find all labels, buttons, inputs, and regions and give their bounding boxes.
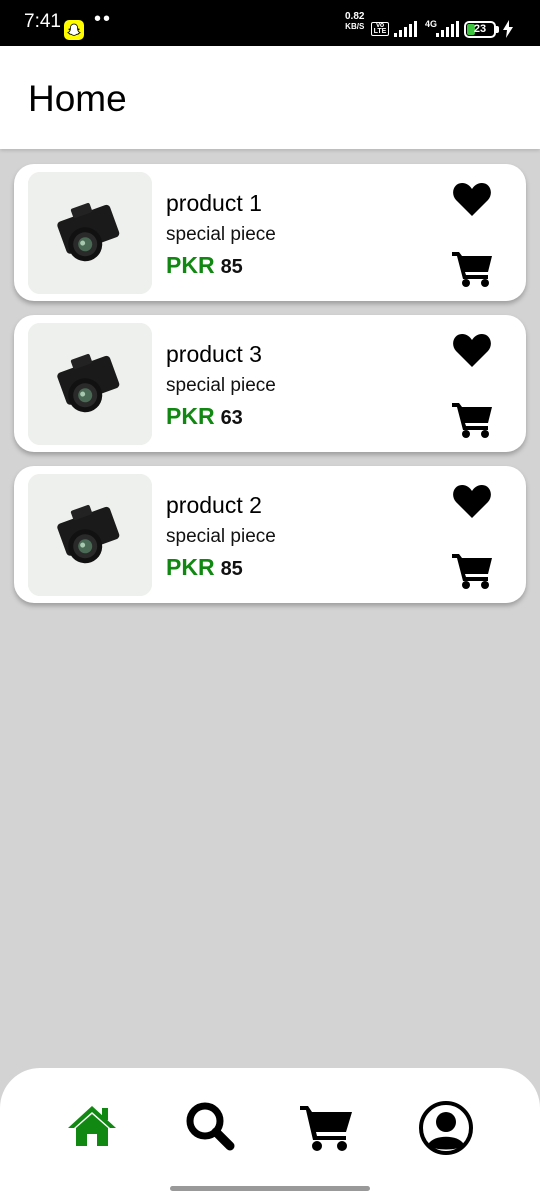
volte-icon: Vo LTE	[371, 22, 389, 36]
bottom-navigation	[0, 1068, 540, 1200]
product-description: special piece	[166, 526, 276, 547]
product-card[interactable]: product 3 special piece PKR 63	[14, 315, 526, 452]
favorite-button[interactable]	[452, 182, 492, 218]
price-currency: PKR	[166, 252, 215, 278]
nav-cart[interactable]	[298, 1098, 354, 1154]
battery-icon: 23	[464, 21, 496, 38]
network-speed: 0.82 KB/S	[345, 12, 364, 32]
heart-icon	[453, 334, 491, 367]
heart-icon	[453, 485, 491, 518]
cart-icon	[452, 252, 492, 287]
app-bar: Home	[0, 46, 540, 149]
product-price: PKR 85	[166, 252, 243, 279]
signal-strength-icon-2	[436, 21, 459, 37]
product-card[interactable]: product 2 special piece PKR 85	[14, 466, 526, 603]
product-price: PKR 63	[166, 403, 243, 430]
battery-level: 23	[473, 23, 487, 35]
heart-icon	[453, 183, 491, 216]
charging-icon	[503, 20, 513, 38]
add-to-cart-button[interactable]	[452, 401, 494, 439]
price-amount: 63	[220, 407, 243, 429]
battery-tip	[496, 26, 499, 33]
network-speed-value: 0.82	[345, 11, 365, 22]
profile-icon	[419, 1101, 473, 1155]
page-title: Home	[28, 78, 127, 119]
add-to-cart-button[interactable]	[452, 552, 494, 590]
price-amount: 85	[220, 256, 243, 278]
product-card[interactable]: product 1 special piece PKR 85	[14, 164, 526, 301]
add-to-cart-button[interactable]	[452, 250, 494, 288]
network-speed-unit: KB/S	[345, 22, 365, 31]
snapchat-notification-icon	[64, 20, 84, 40]
signal-strength-icon	[394, 21, 417, 37]
status-time: 7:41	[24, 11, 61, 32]
product-image	[28, 323, 152, 445]
cart-icon	[452, 403, 492, 438]
cart-icon	[300, 1106, 352, 1151]
favorite-button[interactable]	[452, 484, 492, 520]
volte-bottom-label: LTE	[373, 28, 387, 35]
status-bar: 7:41 •• 0.82 KB/S Vo LTE 4G 23	[0, 0, 540, 46]
product-description: special piece	[166, 224, 276, 245]
nav-home[interactable]	[64, 1098, 120, 1154]
product-price: PKR 85	[166, 554, 243, 581]
nav-profile[interactable]	[416, 1098, 473, 1155]
product-image	[28, 474, 152, 596]
product-name: product 1	[166, 190, 262, 216]
home-indicator[interactable]	[170, 1186, 370, 1191]
product-image	[28, 172, 152, 294]
price-amount: 85	[220, 558, 243, 580]
product-description: special piece	[166, 375, 276, 396]
price-currency: PKR	[166, 403, 215, 429]
home-icon	[68, 1106, 116, 1146]
cart-icon	[452, 554, 492, 589]
search-icon	[186, 1102, 235, 1151]
notification-dots: ••	[94, 8, 113, 30]
product-name: product 3	[166, 341, 262, 367]
product-name: product 2	[166, 492, 262, 518]
price-currency: PKR	[166, 554, 215, 580]
favorite-button[interactable]	[452, 333, 492, 369]
nav-search[interactable]	[182, 1098, 238, 1154]
